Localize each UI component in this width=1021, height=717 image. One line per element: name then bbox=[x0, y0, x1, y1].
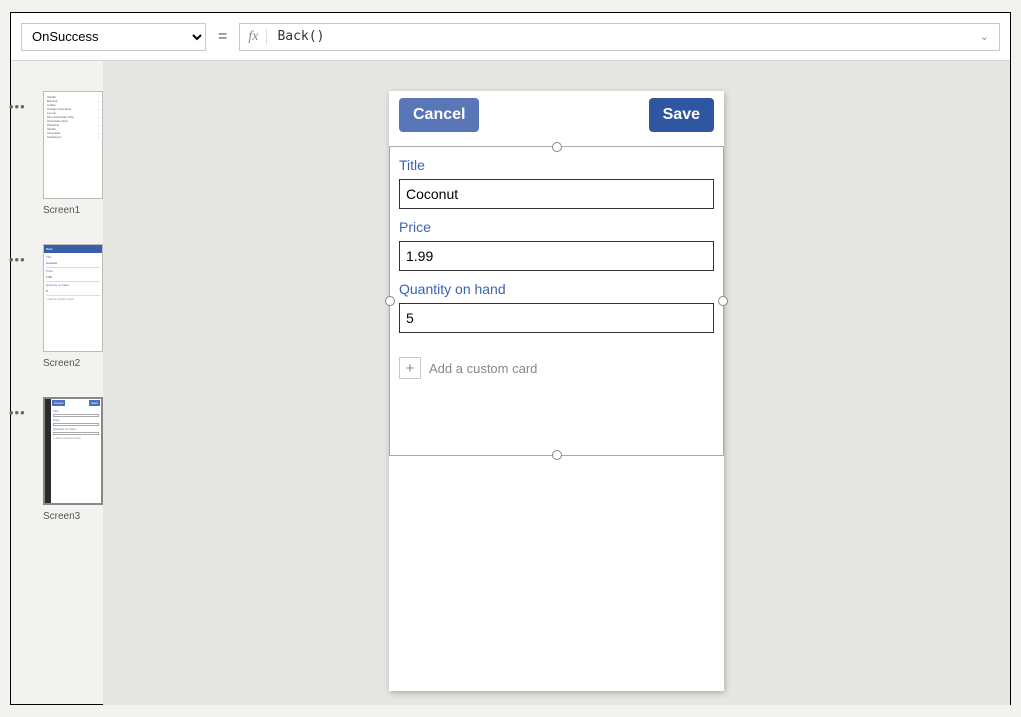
form-header: Cancel Save bbox=[389, 91, 724, 139]
equals-sign: = bbox=[216, 28, 229, 46]
thumbnail-screen1[interactable]: Vanilla› Banana› Coffee› Orange Chocolat… bbox=[43, 91, 103, 199]
thumbnail-label: Screen1 bbox=[43, 205, 103, 216]
chevron-down-icon[interactable]: ⌄ bbox=[970, 30, 999, 43]
thumbnail-slot-2: ••• Back Title Coconut Price 1.99 Quanti… bbox=[11, 244, 103, 369]
thumbnail-label: Screen3 bbox=[43, 511, 103, 522]
formula-input-container: fx ⌄ bbox=[239, 23, 1000, 51]
more-icon[interactable]: ••• bbox=[9, 405, 26, 420]
title-label: Title bbox=[399, 157, 714, 173]
thumbnail-panel: ••• Vanilla› Banana› Coffee› Orange Choc… bbox=[11, 61, 103, 705]
property-selector[interactable]: OnSuccess bbox=[21, 23, 206, 51]
cancel-button[interactable]: Cancel bbox=[399, 98, 479, 132]
add-custom-card[interactable]: + Add a custom card bbox=[399, 357, 714, 379]
edit-form[interactable]: Title Price Quantity on hand + Add a cus… bbox=[389, 139, 724, 379]
formula-bar: OnSuccess = fx ⌄ bbox=[11, 13, 1010, 61]
price-label: Price bbox=[399, 219, 714, 235]
thumbnail-slot-1: ••• Vanilla› Banana› Coffee› Orange Choc… bbox=[11, 91, 103, 216]
fx-icon: fx bbox=[240, 29, 267, 45]
title-input[interactable] bbox=[399, 179, 714, 209]
save-button[interactable]: Save bbox=[649, 98, 714, 132]
add-card-label: Add a custom card bbox=[429, 361, 537, 376]
workspace: ••• Vanilla› Banana› Coffee› Orange Choc… bbox=[11, 61, 1010, 705]
quantity-input[interactable] bbox=[399, 303, 714, 333]
phone-preview: Cancel Save Title Price Quantity on hand… bbox=[389, 91, 724, 691]
thumbnail-slot-3: ••• CancelSave Title Price Quantity on h… bbox=[11, 397, 103, 522]
price-input[interactable] bbox=[399, 241, 714, 271]
thumbnail-screen3[interactable]: CancelSave Title Price Quantity on hand … bbox=[43, 397, 103, 505]
thumbnail-screen2[interactable]: Back Title Coconut Price 1.99 Quantity o… bbox=[43, 244, 103, 352]
more-icon[interactable]: ••• bbox=[9, 252, 26, 267]
formula-input[interactable] bbox=[267, 29, 969, 44]
plus-icon: + bbox=[399, 357, 421, 379]
quantity-label: Quantity on hand bbox=[399, 281, 714, 297]
thumbnail-label: Screen2 bbox=[43, 358, 103, 369]
app-frame: OnSuccess = fx ⌄ ••• Vanilla› Banana› Co… bbox=[10, 12, 1011, 705]
canvas[interactable]: Cancel Save Title Price Quantity on hand… bbox=[103, 61, 1010, 705]
more-icon[interactable]: ••• bbox=[9, 99, 26, 114]
